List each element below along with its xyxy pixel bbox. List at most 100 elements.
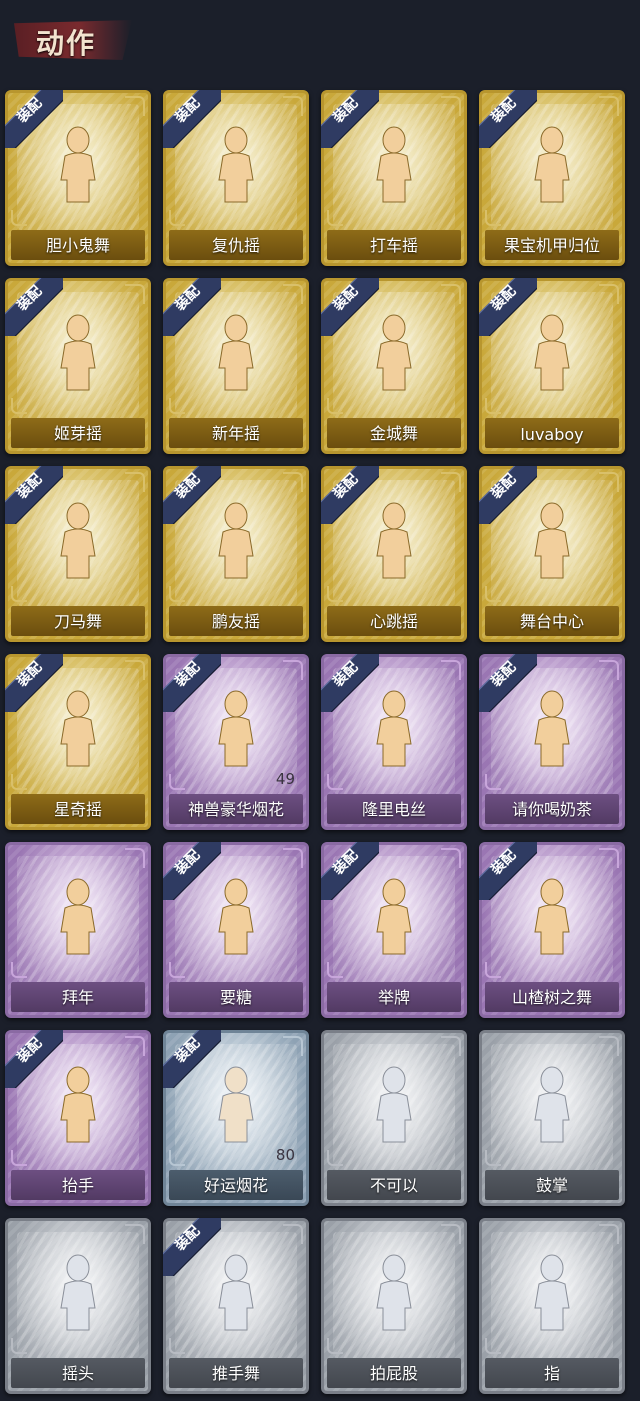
action-card[interactable]: 举牌 装配 [321,842,467,1018]
corner-ornament [169,398,185,414]
equipped-badge: 装配 [5,90,63,148]
action-name: 请你喝奶茶 [511,800,592,819]
action-card[interactable]: 刀马舞 装配 [5,466,151,642]
corner-ornament [169,1150,185,1166]
action-name: 指 [543,1364,560,1383]
action-card[interactable]: 摇头 [5,1218,151,1394]
action-card[interactable]: 山楂树之舞 装配 [479,842,625,1018]
equipped-badge: 装配 [479,466,537,524]
action-card[interactable]: 不可以 [321,1030,467,1206]
corner-ornament [441,1224,461,1244]
corner-ornament [11,1338,27,1354]
action-card[interactable]: 胆小鬼舞 装配 [5,90,151,266]
action-grid: 胆小鬼舞 装配 复仇摇 装配 打车摇 装配 果宝机甲归位 装配 姬芽摇 装配 新年摇 装配 金城舞 装配 l… [0,88,640,1401]
corner-ornament [283,96,303,116]
action-name: 鼓掌 [535,1176,568,1195]
item-count: 80 [275,1146,295,1164]
equipped-badge: 装配 [163,842,221,900]
action-name: 不可以 [369,1176,418,1195]
action-card[interactable]: 打车摇 装配 [321,90,467,266]
corner-ornament [125,284,145,304]
corner-ornament [125,1224,145,1244]
action-card[interactable]: 拍屁股 [321,1218,467,1394]
action-name: 隆里电丝 [361,800,426,819]
corner-ornament [441,284,461,304]
action-name: 星奇摇 [53,800,102,819]
corner-ornament [327,1338,343,1354]
corner-ornament [599,848,619,868]
action-card[interactable]: 推手舞 装配 [163,1218,309,1394]
action-card[interactable]: 要糖 装配 [163,842,309,1018]
action-card[interactable]: 心跳摇 装配 [321,466,467,642]
action-card[interactable]: 鹏友摇 装配 [163,466,309,642]
equipped-badge: 装配 [479,90,537,148]
action-card[interactable]: 复仇摇 装配 [163,90,309,266]
corner-ornament [283,472,303,492]
corner-ornament [327,1150,343,1166]
equipped-badge: 装配 [5,1030,63,1088]
equipped-badge: 装配 [321,842,379,900]
action-name: 摇头 [61,1364,94,1383]
corner-ornament [125,848,145,868]
action-card[interactable]: 隆里电丝 装配 [321,654,467,830]
corner-ornament [599,284,619,304]
action-card[interactable]: 抬手 装配 [5,1030,151,1206]
corner-ornament [283,1036,303,1056]
action-card[interactable]: 拜年 [5,842,151,1018]
action-card[interactable]: 49 神兽豪华烟花 装配 [163,654,309,830]
action-card[interactable]: 姬芽摇 装配 [5,278,151,454]
corner-ornament [169,210,185,226]
action-card[interactable]: 星奇摇 装配 [5,654,151,830]
corner-ornament [11,586,27,602]
corner-ornament [11,398,27,414]
corner-ornament [11,962,27,978]
action-name: 金城舞 [369,424,418,443]
corner-ornament [125,96,145,116]
action-name: 姬芽摇 [53,424,102,443]
action-name: 推手舞 [211,1364,260,1383]
action-name: 好运烟花 [203,1176,268,1195]
item-count: 49 [275,770,295,788]
figure-icon [376,1066,412,1143]
figure-icon [534,1066,570,1143]
corner-ornament [283,848,303,868]
corner-ornament [11,774,27,790]
page-title: 动作 [36,27,97,60]
corner-ornament [169,774,185,790]
action-name: 拜年 [61,988,94,1007]
corner-ornament [441,660,461,680]
corner-ornament [327,586,343,602]
corner-ornament [327,398,343,414]
action-card[interactable]: 指 [479,1218,625,1394]
action-name: 舞台中心 [519,612,584,631]
action-card[interactable]: 舞台中心 装配 [479,466,625,642]
equipped-badge: 装配 [163,278,221,336]
action-card[interactable]: 鼓掌 [479,1030,625,1206]
action-card[interactable]: 果宝机甲归位 装配 [479,90,625,266]
corner-ornament [485,210,501,226]
action-card[interactable]: 请你喝奶茶 装配 [479,654,625,830]
corner-ornament [485,398,501,414]
action-card[interactable]: luvaboy 装配 [479,278,625,454]
action-card[interactable]: 新年摇 装配 [163,278,309,454]
corner-ornament [327,962,343,978]
action-name: 刀马舞 [53,612,102,631]
corner-ornament [485,1150,501,1166]
action-name: 要糖 [219,988,252,1007]
corner-ornament [485,586,501,602]
corner-ornament [441,1036,461,1056]
corner-ornament [283,1224,303,1244]
action-name: 山楂树之舞 [511,988,592,1007]
action-card[interactable]: 金城舞 装配 [321,278,467,454]
equipped-badge: 装配 [163,654,221,712]
corner-ornament [599,96,619,116]
corner-ornament [485,774,501,790]
action-card[interactable]: 80 好运烟花 装配 [163,1030,309,1206]
corner-ornament [169,962,185,978]
corner-ornament [11,210,27,226]
equipped-badge: 装配 [321,466,379,524]
corner-ornament [327,210,343,226]
figure-icon [534,1254,570,1331]
corner-ornament [169,1338,185,1354]
equipped-badge: 装配 [163,1030,221,1088]
